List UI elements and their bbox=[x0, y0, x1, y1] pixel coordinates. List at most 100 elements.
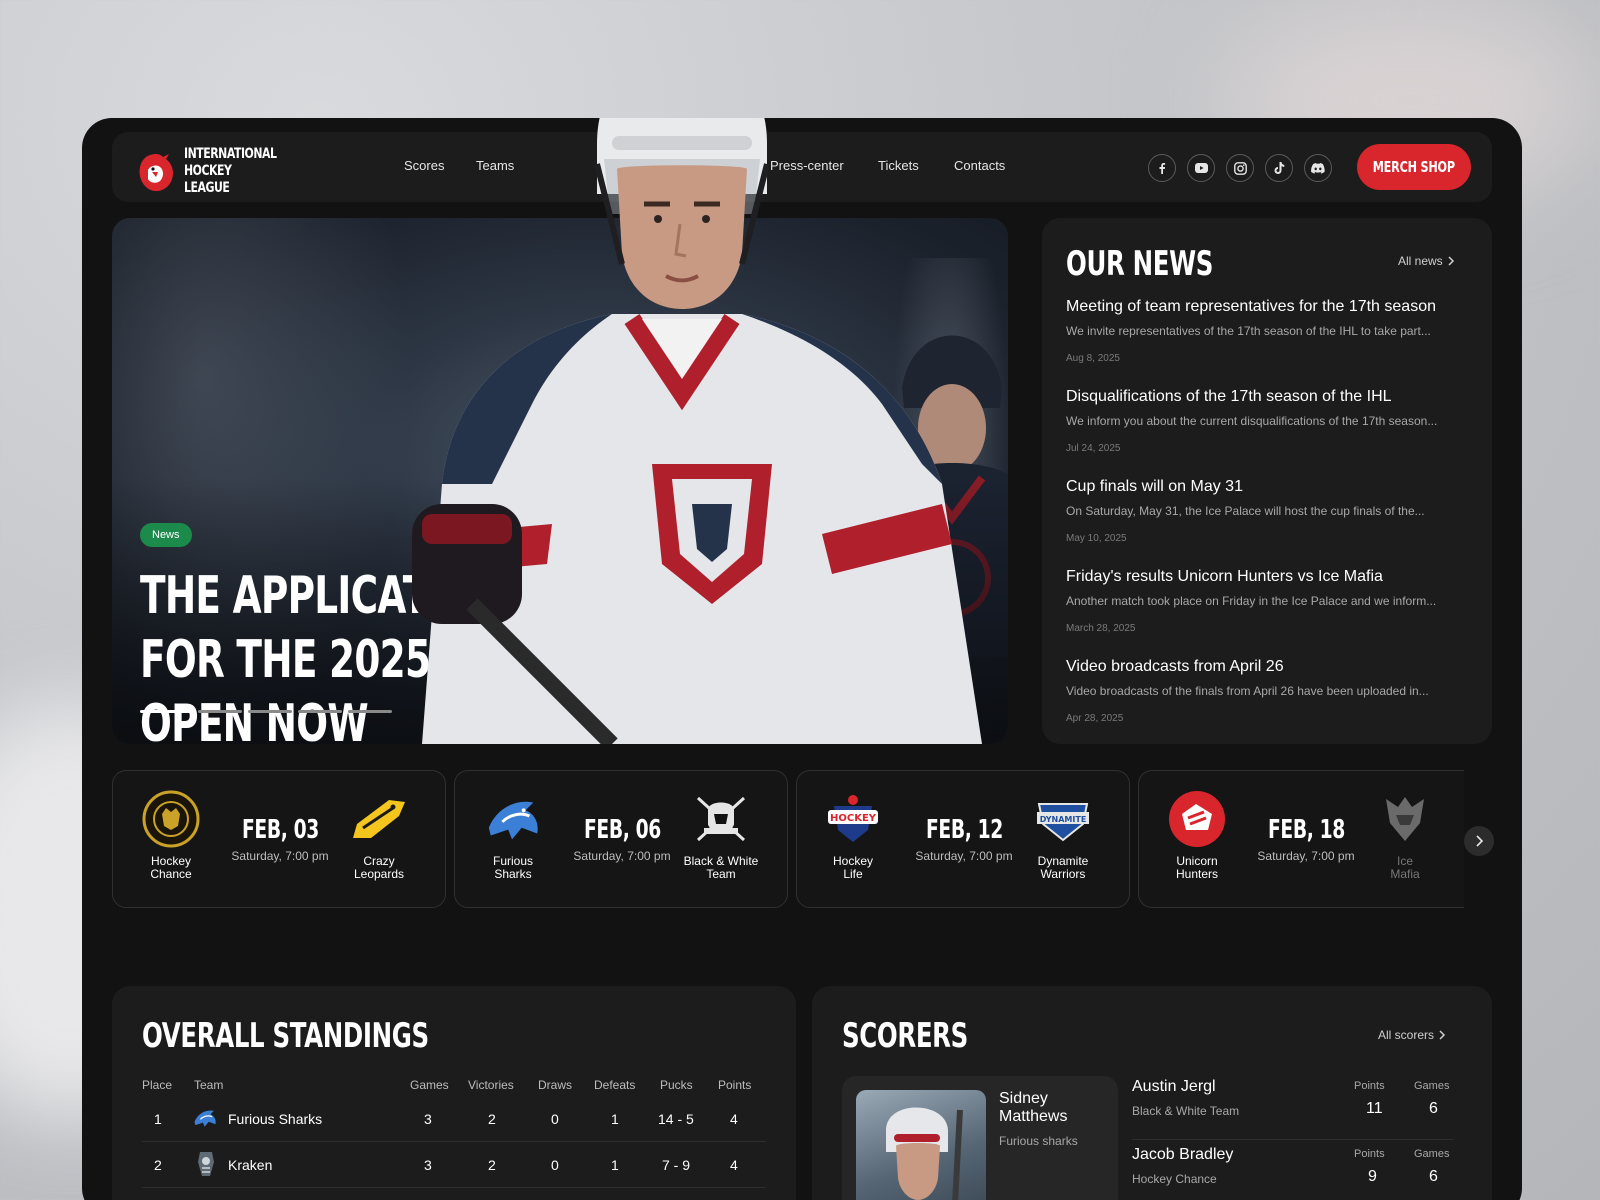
instagram-icon[interactable] bbox=[1226, 154, 1254, 182]
away-team-name: Team bbox=[706, 867, 736, 881]
featured-scorer-card[interactable]: Sidney Matthews Furious sharks bbox=[842, 1076, 1118, 1200]
col-header-victories[interactable]: Victories bbox=[468, 1078, 514, 1092]
match-day: FEB, 03 bbox=[241, 815, 319, 845]
row-points: 4 bbox=[730, 1111, 738, 1127]
news-item-excerpt: We invite representatives of the 17th se… bbox=[1066, 324, 1431, 338]
away-team: Ice Mafia bbox=[1365, 789, 1445, 881]
home-team: Furious Sharks bbox=[473, 789, 553, 881]
match-card[interactable]: Hockey Chance FEB, 03 Saturday, 7:00 pm … bbox=[112, 770, 446, 908]
hockey-chance-logo-icon bbox=[141, 789, 201, 849]
scorer-row[interactable]: Austin Jergl Black & White Team Points 1… bbox=[1132, 1074, 1454, 1140]
home-team: Unicorn Hunters bbox=[1157, 789, 1237, 881]
match-day: FEB, 18 bbox=[1267, 815, 1345, 845]
news-item-date: Aug 8, 2025 bbox=[1066, 353, 1120, 364]
scorer-name: Jacob Bradley bbox=[1132, 1146, 1234, 1163]
news-item-date: March 28, 2025 bbox=[1066, 623, 1136, 634]
nav-about[interactable]: About bbox=[702, 158, 736, 173]
news-item[interactable]: Cup finals will on May 31 On Saturday, M… bbox=[1066, 478, 1466, 546]
news-item-title[interactable]: Video broadcasts from April 26 bbox=[1066, 658, 1466, 676]
youtube-icon[interactable] bbox=[1187, 154, 1215, 182]
away-team: DYNAMITE Dynamite Warriors bbox=[1023, 789, 1103, 881]
match-time: Saturday, 7:00 pm bbox=[915, 849, 1013, 863]
nav-tickets[interactable]: Tickets bbox=[878, 158, 919, 173]
all-scorers-link[interactable]: All scorers bbox=[1378, 1028, 1446, 1042]
games-label: Games bbox=[1414, 1148, 1450, 1160]
featured-scorer-name: Sidney Matthews bbox=[999, 1090, 1067, 1126]
news-item-title[interactable]: Cup finals will on May 31 bbox=[1066, 478, 1466, 496]
match-card[interactable]: Furious Sharks FEB, 06 Saturday, 7:00 pm… bbox=[454, 770, 788, 908]
table-row[interactable]: 1 Furious Sharks 3 2 0 1 14 - 5 4 bbox=[142, 1096, 766, 1142]
table-row[interactable]: 2 Kraken 3 2 0 1 7 - 9 4 bbox=[142, 1142, 766, 1188]
news-item[interactable]: Meeting of team representatives for the … bbox=[1066, 298, 1466, 366]
slider-dot[interactable] bbox=[298, 710, 342, 713]
col-header-draws[interactable]: Draws bbox=[538, 1078, 572, 1092]
nav-scores[interactable]: Scores bbox=[404, 158, 444, 173]
featured-scorer-first-name: Sidney bbox=[999, 1090, 1048, 1107]
nav-press-center[interactable]: Press-center bbox=[770, 158, 844, 173]
scorer-team: Hockey Chance bbox=[1132, 1172, 1217, 1186]
facebook-icon[interactable] bbox=[1148, 154, 1176, 182]
slider-dot[interactable] bbox=[348, 710, 392, 713]
slider-dot-active[interactable] bbox=[140, 710, 192, 713]
hero-title-line2: FOR THE 2025-2026 SEASON IS OPEN NOW bbox=[140, 630, 779, 744]
unicorn-hunters-logo-icon bbox=[1167, 789, 1227, 849]
hero-banner[interactable]: News THE APPLICATION CAMPAIGN FOR THE 20… bbox=[112, 218, 1008, 744]
slider-dot[interactable] bbox=[248, 710, 292, 713]
chevron-right-icon bbox=[1439, 1030, 1446, 1040]
kraken-logo-icon bbox=[196, 1150, 216, 1181]
match-date: FEB, 03 Saturday, 7:00 pm bbox=[219, 815, 341, 863]
match-day: FEB, 12 bbox=[925, 815, 1003, 845]
merch-shop-button[interactable]: MERCH SHOP bbox=[1357, 144, 1471, 190]
scorer-points: 9 bbox=[1368, 1168, 1377, 1185]
nav-contacts[interactable]: Contacts bbox=[954, 158, 1005, 173]
news-item-title[interactable]: Friday's results Unicorn Hunters vs Ice … bbox=[1066, 568, 1466, 586]
news-item[interactable]: Disqualifications of the 17th season of … bbox=[1066, 388, 1466, 456]
all-news-link[interactable]: All news bbox=[1398, 254, 1455, 268]
standings-heading: OVERALL STANDINGS bbox=[142, 1016, 429, 1056]
match-date: FEB, 18 Saturday, 7:00 pm bbox=[1245, 815, 1367, 863]
home-team-name: Hunters bbox=[1175, 867, 1219, 881]
news-item[interactable]: Video broadcasts from April 26 Video bro… bbox=[1066, 658, 1466, 726]
black-white-team-logo-icon bbox=[691, 789, 751, 849]
hero-title-line1: THE APPLICATION CAMPAIGN bbox=[140, 566, 732, 626]
browser-frame: INTERNATIONAL HOCKEY LEAGUE Scores Teams… bbox=[82, 118, 1522, 1200]
matches-next-button[interactable] bbox=[1464, 826, 1494, 856]
row-defeats: 1 bbox=[611, 1111, 619, 1127]
row-draws: 0 bbox=[551, 1157, 559, 1173]
col-header-games[interactable]: Games bbox=[410, 1078, 449, 1092]
match-card[interactable]: HOCKEY Hockey Life FEB, 12 Saturday, 7:0… bbox=[796, 770, 1130, 908]
all-scorers-label: All scorers bbox=[1378, 1028, 1435, 1042]
site-header: INTERNATIONAL HOCKEY LEAGUE Scores Teams… bbox=[112, 132, 1492, 202]
featured-scorer-photo bbox=[856, 1090, 986, 1200]
news-item-title[interactable]: Meeting of team representatives for the … bbox=[1066, 298, 1466, 316]
tiktok-icon[interactable] bbox=[1265, 154, 1293, 182]
news-item-date: May 10, 2025 bbox=[1066, 533, 1127, 544]
col-header-team[interactable]: Team bbox=[194, 1078, 223, 1092]
ice-mafia-logo-icon bbox=[1375, 789, 1435, 849]
featured-scorer-team: Furious sharks bbox=[999, 1134, 1078, 1148]
news-item[interactable]: Friday's results Unicorn Hunters vs Ice … bbox=[1066, 568, 1466, 636]
news-item-title[interactable]: Disqualifications of the 17th season of … bbox=[1066, 388, 1466, 406]
discord-icon[interactable] bbox=[1304, 154, 1332, 182]
scorers-heading: SCORERS bbox=[842, 1016, 968, 1056]
match-time: Saturday, 7:00 pm bbox=[1257, 849, 1355, 863]
row-victories: 2 bbox=[488, 1157, 496, 1173]
featured-scorer-last-name: Matthews bbox=[999, 1108, 1068, 1125]
home-team: Hockey Chance bbox=[131, 789, 211, 881]
col-header-place[interactable]: Place bbox=[142, 1078, 172, 1092]
match-card[interactable]: Unicorn Hunters FEB, 18 Saturday, 7:00 p… bbox=[1138, 770, 1464, 908]
nav-teams[interactable]: Teams bbox=[476, 158, 514, 173]
standings-panel: OVERALL STANDINGS Place Team Games Victo… bbox=[112, 986, 796, 1200]
row-pucks: 7 - 9 bbox=[662, 1157, 691, 1173]
scorer-row[interactable]: Jacob Bradley Hockey Chance Points 9 Gam… bbox=[1132, 1142, 1454, 1200]
col-header-defeats[interactable]: Defeats bbox=[594, 1078, 635, 1092]
col-header-pucks[interactable]: Pucks bbox=[660, 1078, 693, 1092]
home-team-name: Chance bbox=[150, 867, 192, 881]
slider-dot[interactable] bbox=[198, 710, 242, 713]
col-header-points[interactable]: Points bbox=[718, 1078, 751, 1092]
crazy-leopards-logo-icon bbox=[349, 789, 409, 849]
furious-sharks-logo-icon bbox=[483, 789, 543, 849]
news-item-date: Apr 28, 2025 bbox=[1066, 713, 1124, 724]
chevron-right-icon bbox=[1448, 256, 1454, 266]
match-date: FEB, 06 Saturday, 7:00 pm bbox=[561, 815, 683, 863]
